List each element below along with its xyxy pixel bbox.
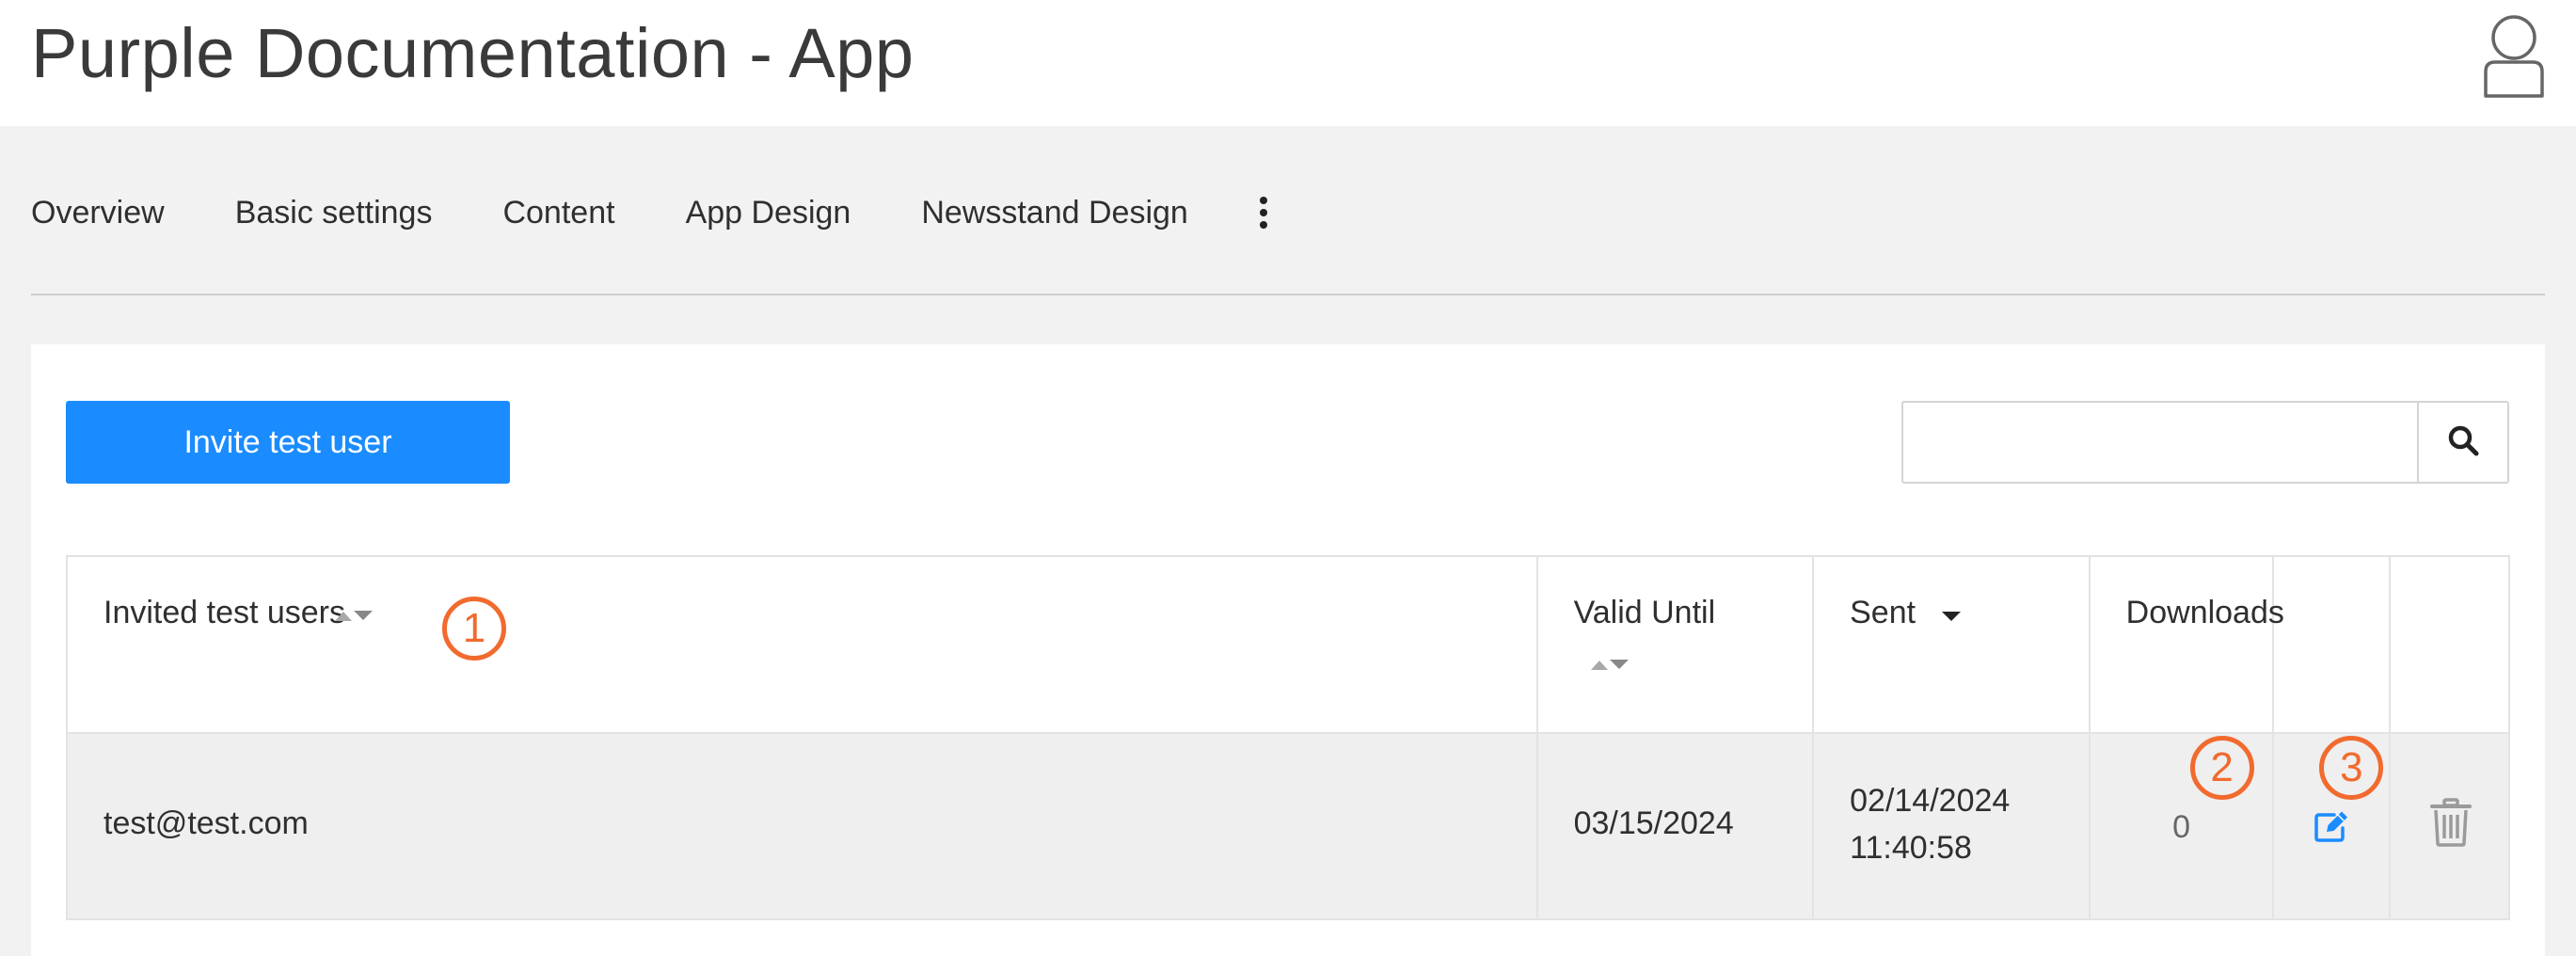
invited-users-table: Invited test users 1 Valid Until Sent Do… [66,555,2510,920]
cell-edit: 3 [2274,734,2392,918]
header-valid-until-label: Valid Until [1573,595,1716,630]
app-header: Purple Documentation - App [0,0,2576,126]
user-email: test@test.com [103,805,309,841]
tab-basic-settings[interactable]: Basic settings [235,195,433,231]
cell-valid-until: 03/15/2024 [1538,734,1815,918]
sent-time: 11:40:58 [1850,830,1972,866]
cell-downloads: 0 2 [2091,734,2275,918]
cell-delete [2391,734,2508,918]
table-header-row: Invited test users 1 Valid Until Sent Do… [68,557,2508,734]
test-users-panel: Invite test user Invited test users 1 Va… [31,344,2545,956]
tab-content[interactable]: Content [502,195,614,231]
downloads-count: 0 [2172,809,2190,845]
tab-overview[interactable]: Overview [31,195,165,231]
sent-date: 02/14/2024 [1850,783,2011,819]
header-edit [2274,557,2392,732]
header-downloads-label: Downloads [2125,595,2284,630]
tab-newsstand-design[interactable]: Newsstand Design [921,195,1187,231]
vertical-ellipsis-icon[interactable] [1249,189,1278,236]
header-invited-users-label: Invited test users [103,595,346,630]
header-valid-until[interactable]: Valid Until [1538,557,1815,732]
edit-icon[interactable] [2314,809,2351,848]
main-nav: Overview Basic settings Content App Desi… [31,184,1278,241]
table-row[interactable]: test@test.com 03/15/2024 02/14/2024 11:4… [68,734,2508,918]
header-sent-label: Sent [1850,595,1916,630]
page-title: Purple Documentation - App [31,14,914,92]
search-box [1901,401,2509,484]
annotation-marker-2: 2 [2189,736,2254,800]
search-button[interactable] [2417,403,2507,482]
sort-icon[interactable] [333,606,374,625]
valid-until-date: 03/15/2024 [1573,805,1734,841]
search-icon [2447,424,2479,461]
search-input[interactable] [1903,403,2417,482]
trash-icon[interactable] [2430,798,2473,852]
nav-divider [31,294,2545,295]
sort-icon[interactable] [1589,655,1630,674]
cell-email: test@test.com [68,734,1538,918]
header-invited-users[interactable]: Invited test users 1 [68,557,1538,732]
user-avatar-icon[interactable] [2480,13,2548,98]
cell-sent: 02/14/2024 11:40:58 [1814,734,2091,918]
header-delete [2391,557,2508,732]
invite-test-user-button[interactable]: Invite test user [66,401,510,484]
annotation-marker-1: 1 [442,597,506,661]
header-sent[interactable]: Sent [1814,557,2091,732]
header-downloads[interactable]: Downloads [2091,557,2284,732]
annotation-marker-3: 3 [2319,736,2384,800]
sort-desc-icon[interactable] [1940,610,1963,623]
tab-app-design[interactable]: App Design [686,195,851,231]
